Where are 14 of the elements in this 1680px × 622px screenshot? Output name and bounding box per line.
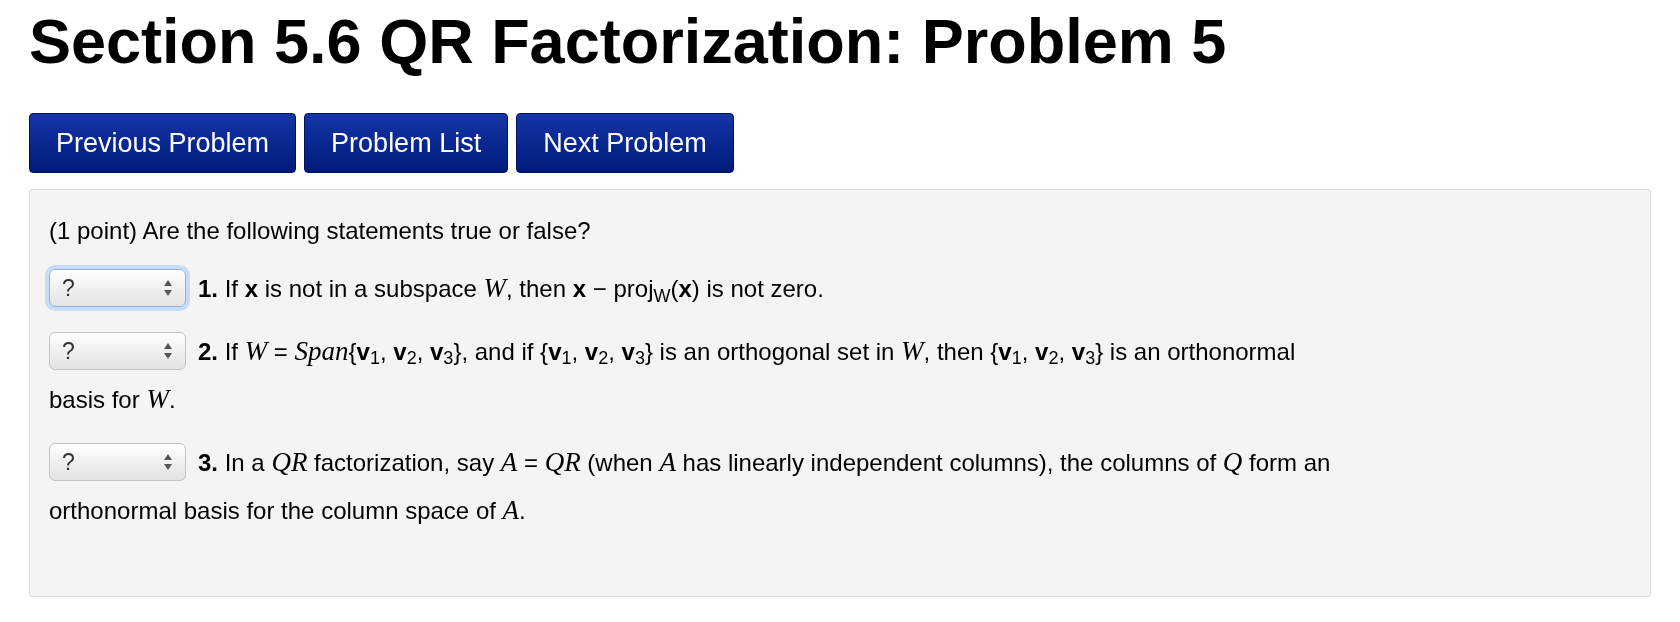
statement-text: orthonormal basis for the column space of A. [49, 497, 526, 524]
answer-select[interactable]: ? [49, 331, 186, 370]
nav-button[interactable]: Next Problem [516, 113, 734, 173]
statement-text: 2. If W = Span{v$_{1}$, v$_{2}$, v$_{3}$}, and if {v$_{1}$, v$_{2}$, v$_{3}$} is an orthogonal set in W, then {v$_{1}$, v$_{2}$, v$_{3}$} is an orthonormal [198, 334, 1296, 370]
statement-text: 1. If x is not in a subspace W, then x − proj$_{W}$(x) is not zero. [198, 272, 824, 308]
problem-intro: (1 point) Are the following statements true or false? [49, 216, 591, 246]
statement-text: basis for W. [49, 386, 176, 413]
nav-button[interactable]: Problem List [304, 113, 509, 173]
answer-select[interactable]: ? [49, 442, 186, 481]
stepper-icon [163, 452, 173, 471]
nav-button[interactable]: Previous Problem [29, 113, 297, 173]
stepper-icon [163, 341, 173, 360]
statement-text: 3. In a QR factorization, say A = QR (when A has linearly independent columns), the columns of Q form an [198, 445, 1331, 479]
stepper-icon [163, 279, 173, 298]
